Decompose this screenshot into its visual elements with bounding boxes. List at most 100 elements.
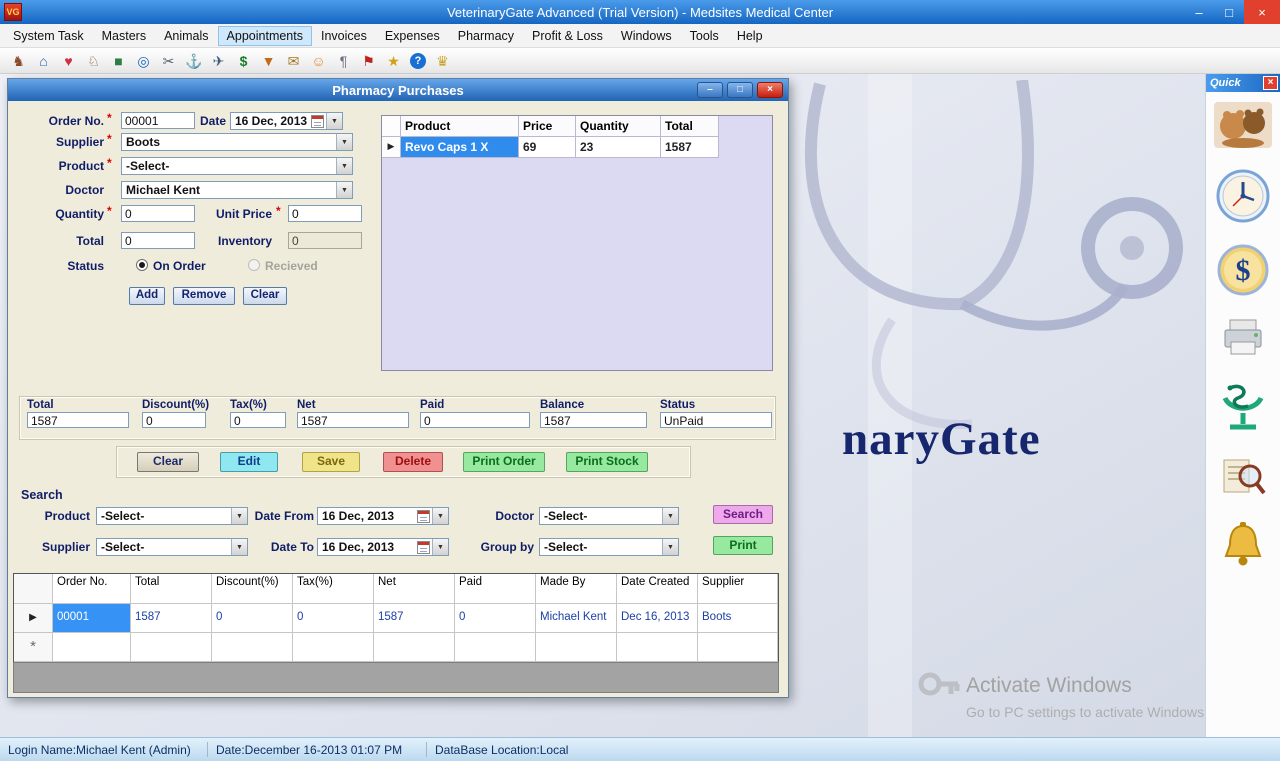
- chevron-down-icon[interactable]: ▼: [662, 539, 678, 555]
- clear-button[interactable]: Clear: [137, 452, 199, 472]
- menu-item-masters[interactable]: Masters: [93, 26, 155, 46]
- cell-discount[interactable]: 0: [212, 604, 293, 633]
- clock-shortcut[interactable]: [1216, 169, 1270, 228]
- empty-cell[interactable]: [617, 633, 698, 662]
- chevron-down-icon[interactable]: ▼: [336, 182, 352, 198]
- column-header-quantity[interactable]: Quantity: [576, 116, 661, 137]
- paid-field[interactable]: 0: [420, 412, 530, 428]
- column-header-tax[interactable]: Tax(%): [293, 574, 374, 604]
- total-field[interactable]: 0: [121, 232, 195, 249]
- notes-icon[interactable]: ¶: [335, 52, 352, 70]
- print-results-button[interactable]: Print: [713, 536, 773, 555]
- pets-photo-shortcut[interactable]: [1214, 102, 1272, 153]
- table-row[interactable]: ▶ Revo Caps 1 X 69 23 1587: [382, 137, 772, 158]
- chevron-down-icon[interactable]: ▼: [336, 134, 352, 150]
- cell-quantity[interactable]: 23: [576, 137, 661, 158]
- date-from-picker[interactable]: 16 Dec, 2013 ▼: [317, 507, 449, 525]
- print-order-button[interactable]: Print Order: [463, 452, 545, 472]
- delete-button[interactable]: Delete: [383, 452, 443, 472]
- download-icon[interactable]: ▼: [260, 52, 277, 70]
- chevron-down-icon[interactable]: ▼: [336, 158, 352, 174]
- column-header-date-created[interactable]: Date Created: [617, 574, 698, 604]
- cell-total[interactable]: 1587: [131, 604, 212, 633]
- net-field[interactable]: 1587: [297, 412, 409, 428]
- anchor-icon[interactable]: ⚓: [185, 52, 202, 70]
- cell-net[interactable]: 1587: [374, 604, 455, 633]
- minimize-button[interactable]: –: [1184, 0, 1214, 24]
- chevron-down-icon[interactable]: ▼: [662, 508, 678, 524]
- menu-item-pharmacy[interactable]: Pharmacy: [449, 26, 523, 46]
- menu-item-help[interactable]: Help: [728, 26, 772, 46]
- search-doctor-select[interactable]: -Select- ▼: [539, 507, 679, 525]
- empty-cell[interactable]: [53, 633, 131, 662]
- on-order-radio[interactable]: [136, 259, 148, 271]
- search-product-select[interactable]: -Select- ▼: [96, 507, 248, 525]
- printer-shortcut[interactable]: [1220, 317, 1266, 364]
- reminder-shortcut[interactable]: [1221, 520, 1265, 575]
- maximize-button[interactable]: □: [1214, 0, 1244, 24]
- cell-made-by[interactable]: Michael Kent: [536, 604, 617, 633]
- group-by-select[interactable]: -Select- ▼: [539, 538, 679, 556]
- cell-date-created[interactable]: Dec 16, 2013: [617, 604, 698, 633]
- clear-line-button[interactable]: Clear: [243, 287, 287, 305]
- row-selector-cell[interactable]: ▶: [14, 604, 53, 633]
- new-row[interactable]: *: [14, 633, 778, 662]
- column-header-paid[interactable]: Paid: [455, 574, 536, 604]
- star-icon[interactable]: ★: [385, 52, 402, 70]
- quick-panel-close-icon[interactable]: ×: [1263, 76, 1278, 90]
- column-header-total[interactable]: Total: [131, 574, 212, 604]
- column-header-made-by[interactable]: Made By: [536, 574, 617, 604]
- chevron-down-icon[interactable]: ▼: [231, 539, 247, 555]
- column-header-supplier[interactable]: Supplier: [698, 574, 778, 604]
- billing-shortcut[interactable]: $: [1217, 244, 1269, 301]
- date-picker[interactable]: 16 Dec, 2013 ▼: [230, 112, 343, 130]
- pet-icon[interactable]: ♘: [85, 52, 102, 70]
- cell-tax[interactable]: 0: [293, 604, 374, 633]
- tax-field[interactable]: 0: [230, 412, 286, 428]
- menu-item-profit-loss[interactable]: Profit & Loss: [523, 26, 612, 46]
- row-selector-cell[interactable]: ▶: [382, 137, 401, 158]
- menu-item-animals[interactable]: Animals: [155, 26, 217, 46]
- column-header-discount[interactable]: Discount(%): [212, 574, 293, 604]
- paw-icon[interactable]: ♞: [10, 52, 27, 70]
- grand-total-field[interactable]: 1587: [27, 412, 129, 428]
- column-header-net[interactable]: Net: [374, 574, 455, 604]
- menu-item-windows[interactable]: Windows: [612, 26, 681, 46]
- dialog-minimize-button[interactable]: –: [697, 82, 723, 98]
- remove-button[interactable]: Remove: [173, 287, 235, 305]
- column-header-total[interactable]: Total: [661, 116, 719, 137]
- product-select[interactable]: -Select- ▼: [121, 157, 353, 175]
- menu-item-system-task[interactable]: System Task: [4, 26, 93, 46]
- empty-cell[interactable]: [131, 633, 212, 662]
- cell-supplier[interactable]: Boots: [698, 604, 778, 633]
- save-button[interactable]: Save: [302, 452, 360, 472]
- dialog-titlebar[interactable]: Pharmacy Purchases – □ ×: [8, 79, 788, 101]
- balance-field[interactable]: 1587: [540, 412, 647, 428]
- print-stock-button[interactable]: Print Stock: [566, 452, 648, 472]
- chevron-down-icon[interactable]: ▼: [231, 508, 247, 524]
- search-shortcut[interactable]: [1220, 455, 1266, 504]
- reports-icon[interactable]: ■: [110, 52, 127, 70]
- menu-item-tools[interactable]: Tools: [681, 26, 728, 46]
- flag-icon[interactable]: ⚑: [360, 52, 377, 70]
- help-icon[interactable]: ?: [410, 53, 426, 69]
- dialog-close-button[interactable]: ×: [757, 82, 783, 98]
- plane-icon[interactable]: ✈: [210, 52, 227, 70]
- menu-item-invoices[interactable]: Invoices: [312, 26, 376, 46]
- empty-cell[interactable]: [293, 633, 374, 662]
- unit-price-field[interactable]: 0: [288, 205, 362, 222]
- cell-product[interactable]: Revo Caps 1 X: [401, 137, 519, 158]
- menu-item-expenses[interactable]: Expenses: [376, 26, 449, 46]
- dialog-maximize-button[interactable]: □: [727, 82, 753, 98]
- empty-cell[interactable]: [698, 633, 778, 662]
- search-supplier-select[interactable]: -Select- ▼: [96, 538, 248, 556]
- column-header-product[interactable]: Product: [401, 116, 519, 137]
- cell-total[interactable]: 1587: [661, 137, 719, 158]
- new-row-selector-cell[interactable]: *: [14, 633, 53, 662]
- pay-status-field[interactable]: UnPaid: [660, 412, 772, 428]
- cell-price[interactable]: 69: [519, 137, 576, 158]
- doctor-select[interactable]: Michael Kent ▼: [121, 181, 353, 199]
- column-header-order-no[interactable]: Order No.: [53, 574, 131, 604]
- menu-item-appointments[interactable]: Appointments: [218, 26, 312, 46]
- empty-cell[interactable]: [212, 633, 293, 662]
